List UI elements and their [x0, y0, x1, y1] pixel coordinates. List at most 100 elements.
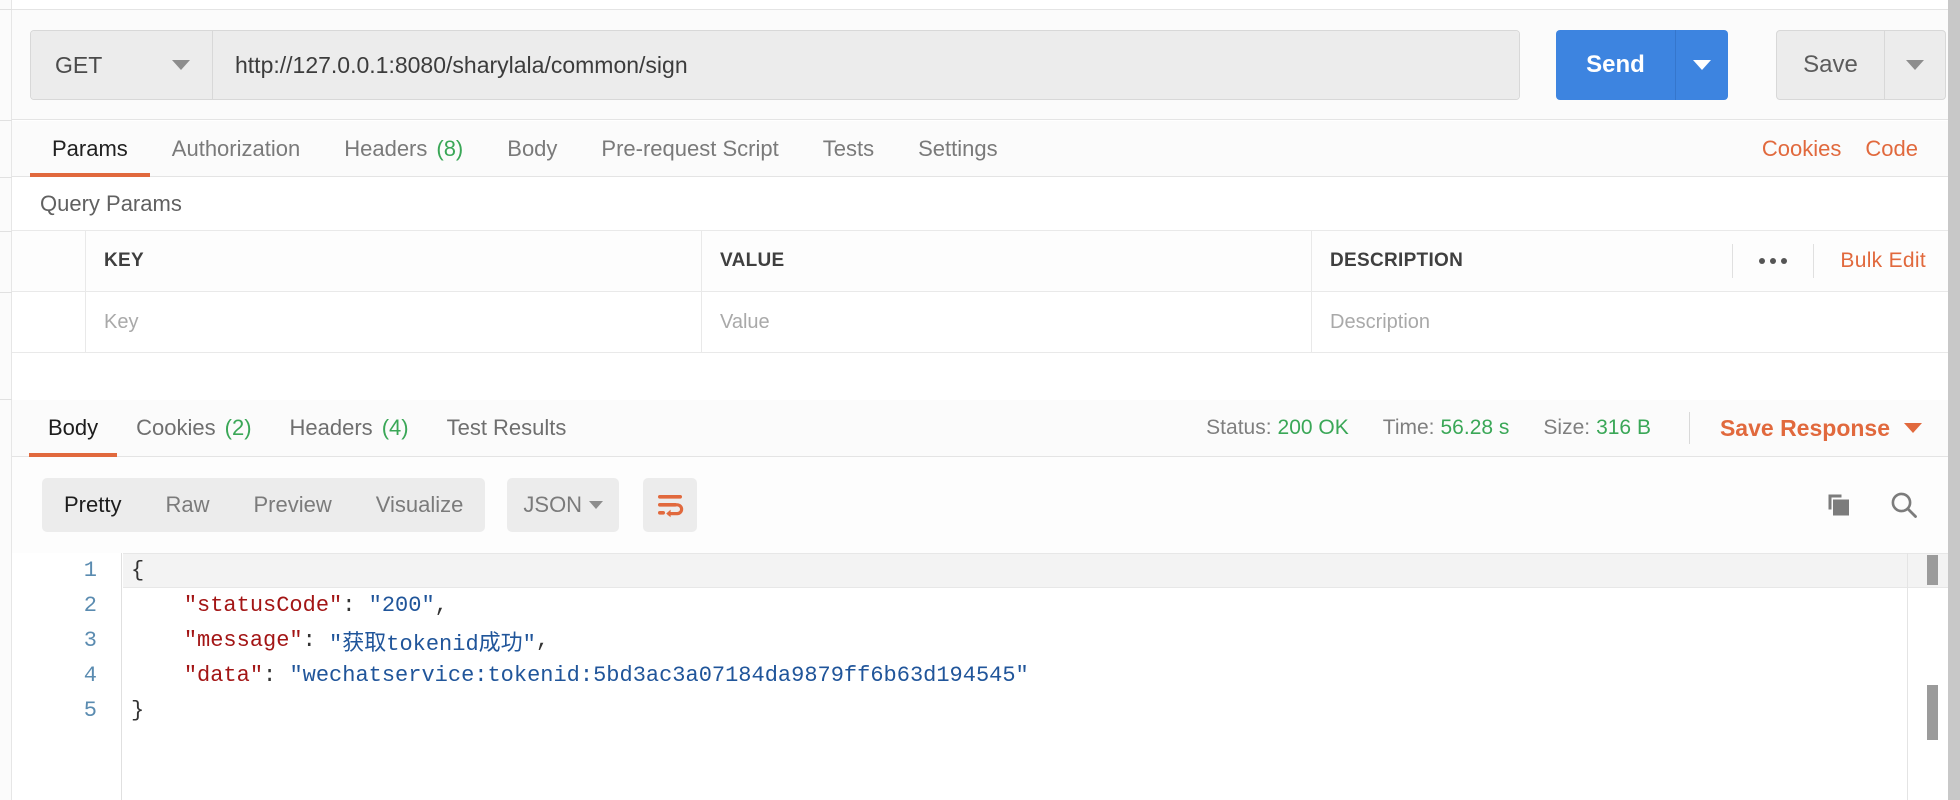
tab-label: Headers: [289, 415, 373, 440]
format-raw[interactable]: Raw: [143, 478, 231, 532]
column-header-description-label: DESCRIPTION: [1330, 250, 1464, 271]
json-key: "message": [183, 628, 303, 653]
save-response-button[interactable]: Save Response: [1720, 415, 1922, 442]
chevron-down-icon: [1906, 60, 1924, 70]
response-tab-cookies[interactable]: Cookies (2): [117, 400, 270, 456]
tab-tests[interactable]: Tests: [801, 121, 896, 176]
response-body-code[interactable]: 1 2 3 4 5 { "statusCode": "200", "messag…: [12, 553, 1948, 800]
tab-label: Body: [48, 415, 99, 440]
time-label: Time:: [1382, 416, 1435, 439]
response-tab-test-results[interactable]: Test Results: [428, 400, 586, 456]
save-button-group: Save: [1776, 30, 1946, 100]
cookies-link[interactable]: Cookies: [1762, 136, 1841, 162]
code-line: {: [123, 553, 1948, 588]
value-input[interactable]: Value: [702, 292, 1312, 352]
response-tab-headers[interactable]: Headers (4): [271, 400, 428, 456]
status-value: 200 OK: [1277, 416, 1349, 439]
time-badge: Time: 56.28 s: [1383, 416, 1510, 440]
request-tabs: Params Authorization Headers (8) Body Pr…: [12, 121, 1948, 177]
send-options-button[interactable]: [1676, 30, 1728, 100]
table-header-row: KEY VALUE DESCRIPTION Bulk Edit: [12, 231, 1948, 292]
response-meta: Status: 200 OK Time: 56.28 s Size: 316 B Sa…: [1172, 400, 1948, 456]
code-minimap-divider: [1907, 553, 1908, 800]
tab-label: Test Results: [446, 415, 567, 440]
postman-request-response-panel: GET http://127.0.0.1:8080/sharylala/comm…: [12, 0, 1948, 800]
code-scrollbar-thumb-horizontal[interactable]: [1927, 555, 1938, 585]
search-glyph: [1891, 492, 1917, 518]
column-header-key: KEY: [86, 231, 702, 291]
tab-label: Body: [507, 135, 558, 161]
code-lines: { "statusCode": "200", "message": "获取tok…: [123, 553, 1948, 728]
code-line: }: [123, 693, 1948, 728]
line-number-gutter: 1 2 3 4 5: [12, 553, 122, 800]
ellipsis-icon[interactable]: [1732, 244, 1815, 278]
code-line: "message": "获取tokenid成功",: [123, 623, 1948, 658]
line-number: 3: [83, 628, 97, 653]
url-input[interactable]: http://127.0.0.1:8080/sharylala/common/s…: [213, 31, 1519, 99]
code-link[interactable]: Code: [1865, 136, 1918, 162]
status-badge: Status: 200 OK: [1206, 416, 1349, 440]
json-punct: ,: [535, 628, 550, 653]
http-method-label: GET: [55, 51, 103, 78]
copy-icon[interactable]: [1824, 490, 1854, 520]
size-badge: Size: 316 B: [1543, 416, 1651, 440]
key-input[interactable]: Key: [86, 292, 702, 352]
language-select[interactable]: JSON: [507, 478, 620, 532]
format-segmented-control: Pretty Raw Preview Visualize: [42, 478, 486, 532]
chevron-down-icon: [589, 501, 604, 509]
chevron-down-icon: [1693, 60, 1711, 70]
json-string: "获取tokenid成功": [329, 631, 536, 657]
tab-count: (2): [224, 415, 252, 440]
chevron-down-icon: [1904, 423, 1922, 433]
tab-label: Headers: [344, 135, 428, 161]
size-label: Size:: [1543, 416, 1591, 439]
tab-params[interactable]: Params: [30, 121, 150, 177]
select-all-checkbox-cell[interactable]: [12, 231, 86, 291]
tab-count: (8): [436, 135, 464, 161]
tab-headers[interactable]: Headers (8): [322, 121, 485, 176]
description-input[interactable]: Description: [1312, 292, 1948, 352]
http-method-select[interactable]: GET: [31, 31, 213, 99]
search-icon[interactable]: [1888, 489, 1920, 521]
save-button[interactable]: Save: [1777, 31, 1885, 99]
response-body-tools: [1824, 489, 1920, 521]
tab-authorization[interactable]: Authorization: [150, 121, 322, 176]
query-params-actions: Bulk Edit: [1732, 231, 1926, 291]
format-preview[interactable]: Preview: [231, 478, 353, 532]
json-punct: {: [131, 558, 145, 583]
tab-body[interactable]: Body: [485, 121, 579, 176]
bulk-edit-button[interactable]: Bulk Edit: [1814, 249, 1926, 273]
request-tabs-actions: Cookies Code: [1762, 121, 1948, 176]
json-string: "200": [368, 593, 435, 618]
word-wrap-icon[interactable]: [643, 478, 698, 532]
tab-settings[interactable]: Settings: [896, 121, 1020, 176]
code-scrollbar-thumb-vertical[interactable]: [1927, 685, 1938, 740]
json-string: "wechatservice:tokenid:5bd3ac3a07184da98…: [289, 663, 1029, 688]
tab-pre-request-script[interactable]: Pre-request Script: [579, 121, 800, 176]
response-tab-body[interactable]: Body: [29, 400, 118, 457]
column-header-value: VALUE: [702, 231, 1312, 291]
save-options-button[interactable]: [1885, 31, 1945, 99]
json-key: "data": [183, 663, 264, 688]
language-label: JSON: [523, 492, 583, 517]
json-punct: :: [342, 593, 369, 618]
response-tabs: Body Cookies (2) Headers (4) Test Result…: [12, 400, 1948, 457]
column-header-description: DESCRIPTION Bulk Edit: [1312, 231, 1948, 291]
query-params-title: Query Params: [12, 178, 1948, 231]
format-pretty[interactable]: Pretty: [42, 478, 143, 532]
json-key: "statusCode": [183, 593, 343, 618]
tab-label: Params: [52, 135, 128, 161]
save-response-label: Save Response: [1719, 414, 1890, 441]
method-url-group: GET http://127.0.0.1:8080/sharylala/comm…: [30, 30, 1520, 100]
tab-label: Settings: [918, 135, 998, 161]
tab-label: Cookies: [136, 415, 216, 440]
send-button[interactable]: Send: [1556, 30, 1676, 100]
table-row: Key Value Description: [12, 292, 1948, 353]
meta-divider: [1688, 412, 1690, 444]
json-punct: }: [131, 698, 145, 723]
window-right-edge: [1948, 0, 1960, 800]
format-visualize[interactable]: Visualize: [354, 478, 486, 532]
row-checkbox-cell[interactable]: [12, 292, 86, 352]
line-number: 2: [83, 593, 97, 618]
code-line: "statusCode": "200",: [123, 588, 1948, 623]
